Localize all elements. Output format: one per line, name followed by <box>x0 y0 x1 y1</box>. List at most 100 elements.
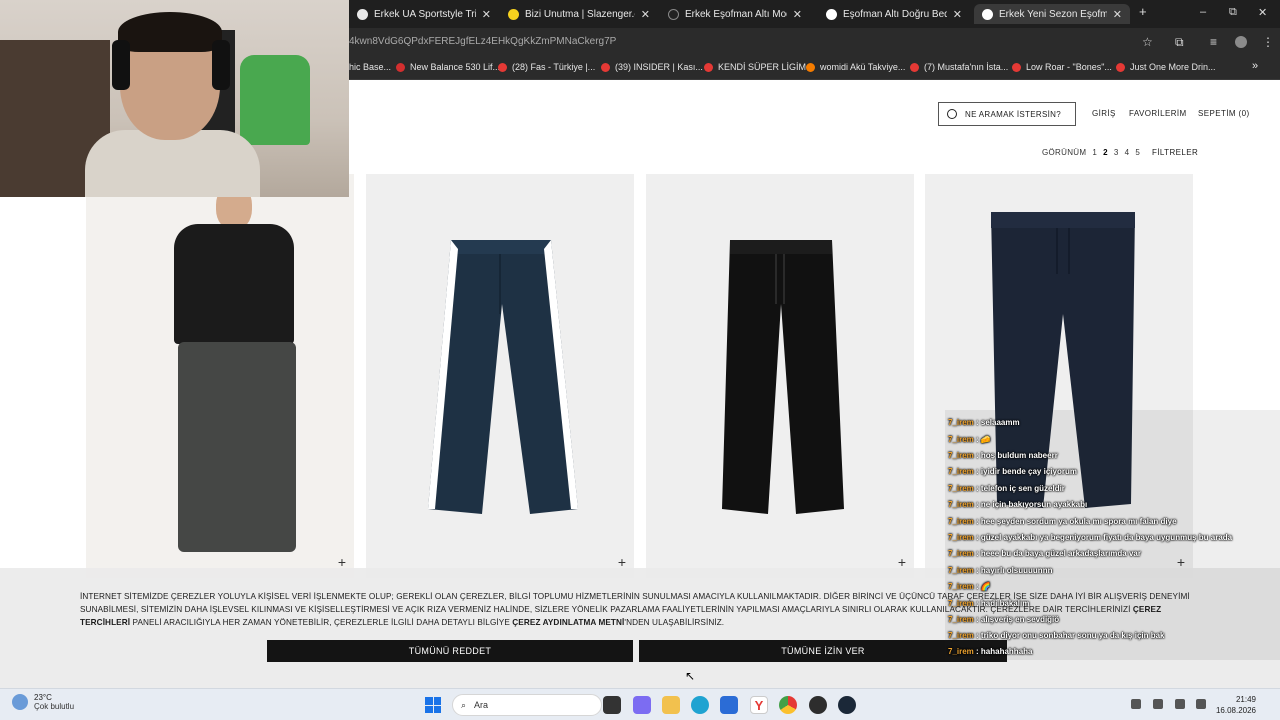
bookmark-label: New Balance 530 Lif... <box>410 62 501 72</box>
tray-volume-icon[interactable] <box>1175 699 1185 709</box>
browser-tab-1[interactable]: Erkek UA Sportstyle Triko Eşofman ✕ <box>349 4 499 24</box>
chat-username: 7_irem <box>948 517 974 526</box>
product-card[interactable]: + <box>86 174 354 578</box>
model-pants <box>178 342 296 552</box>
bookmark-favicon-icon <box>1116 62 1125 72</box>
tab-favicon-icon <box>826 8 837 20</box>
webcam-overlay <box>0 0 349 197</box>
browser-tab-2[interactable]: Bizi Unutma | Slazenger.com.tr ✕ <box>500 4 658 24</box>
bookmark-label: Just One More Drin... <box>1130 62 1216 72</box>
clock-date: 16.08.2026 <box>1215 706 1256 715</box>
close-tab-icon[interactable]: ✕ <box>482 8 491 21</box>
search-input[interactable]: NE ARAMAK İSTERSİN? <box>938 102 1076 126</box>
close-tab-icon[interactable]: ✕ <box>953 8 962 21</box>
chat-message: 7_irem : hayırlı olsuuuunnn <box>948 566 1053 575</box>
cookie-policy-link[interactable]: ÇEREZ AYDINLATMA METNİ <box>512 618 624 627</box>
bookmarks-overflow-icon[interactable]: » <box>1252 60 1258 72</box>
chat-username: 7_irem <box>948 533 974 542</box>
view-option-1[interactable]: 1 <box>1092 148 1097 157</box>
new-tab-button[interactable]: + <box>1139 4 1147 19</box>
bookmark-item[interactable]: hic Base... <box>349 62 391 72</box>
weather-widget[interactable]: 23°C Çok bulutlu <box>12 693 74 711</box>
stream-chat-overlay: 7_irem : selaaamm 7_irem : 🧀 7_irem : ho… <box>945 410 1280 660</box>
bookmark-star-icon[interactable]: ☆ <box>1142 35 1153 49</box>
webcam-background-shirt <box>240 55 310 145</box>
bookmark-item[interactable]: New Balance 530 Lif... <box>396 62 500 72</box>
chat-text: telefon iç sen güzeldir <box>980 484 1065 493</box>
browser-tab-3[interactable]: Erkek Eşofman Altı Modelleri | C ✕ <box>660 4 810 24</box>
taskbar-search-input[interactable]: ⌕ Ara <box>452 694 602 716</box>
tray-network-icon[interactable] <box>1131 699 1141 709</box>
url-field[interactable]: 4kwn8VdG6QPdxFEREJgfELz4EHkQgKkZmPMNaCke… <box>349 36 616 47</box>
windows-start-icon[interactable] <box>425 697 441 713</box>
chat-username: 7_irem <box>948 484 974 493</box>
close-tab-icon[interactable]: ✕ <box>1113 8 1122 21</box>
file-explorer-icon[interactable] <box>662 696 680 714</box>
chat-text: hoş buldum nabeerr <box>980 451 1058 460</box>
filters-button[interactable]: FİLTRELER <box>1152 148 1198 157</box>
chat-text: hee şeyden sordum ya okula mı spora mı f… <box>980 517 1177 526</box>
chat-text: iyidir bende çay içiyorum <box>980 467 1077 476</box>
browser-menu-icon[interactable]: ⋮ <box>1262 35 1274 49</box>
edge-browser-icon[interactable] <box>691 696 709 714</box>
microsoft-store-icon[interactable] <box>720 696 738 714</box>
product-card[interactable]: + <box>366 174 634 578</box>
grid-view-selector: GÖRÜNÜM 1 2 3 4 5 <box>1042 148 1140 157</box>
model-sweater <box>174 224 294 344</box>
cart-link[interactable]: SEPETİM (0) <box>1198 109 1250 118</box>
task-view-icon[interactable] <box>603 696 621 714</box>
bookmark-favicon-icon <box>1012 62 1021 72</box>
bookmark-item[interactable]: KENDİ SÜPER LİGİM... <box>704 62 814 72</box>
bookmark-item[interactable]: (28) Fas - Türkiye |... <box>498 62 595 72</box>
chat-username: 7_irem <box>948 418 974 427</box>
chat-username: 7_irem <box>948 500 974 509</box>
chat-text: ne için bakıyorsun ayakkabı <box>980 500 1088 509</box>
reject-all-cookies-button[interactable]: TÜMÜNÜ REDDET <box>267 640 633 662</box>
profile-avatar-icon[interactable] <box>1235 36 1247 48</box>
bookmark-favicon-icon <box>601 62 610 72</box>
chrome-browser-icon[interactable] <box>779 696 797 714</box>
chat-username: 7_irem <box>948 435 974 444</box>
browser-tab-5-active[interactable]: Erkek Yeni Sezon Eşofman Altı ✕ <box>974 4 1130 24</box>
system-clock[interactable]: 21:49 16.08.2026 <box>1216 694 1256 716</box>
extensions-icon[interactable]: ⧉ <box>1175 35 1184 50</box>
login-link[interactable]: GİRİŞ <box>1092 109 1116 118</box>
favorites-link[interactable]: FAVORİLERİM <box>1129 109 1187 118</box>
close-tab-icon[interactable]: ✕ <box>793 8 802 21</box>
steam-icon[interactable] <box>838 696 856 714</box>
bookmark-item[interactable]: womidi Akü Takviye... <box>806 62 905 72</box>
chat-text: hahahahhaha <box>980 647 1033 656</box>
product-image <box>722 240 844 514</box>
reading-list-icon[interactable]: ≡ <box>1210 35 1217 49</box>
chat-text: alışveriş en sevdiğiö <box>980 615 1060 624</box>
bookmark-item[interactable]: (39) INSIDER | Kası... <box>601 62 703 72</box>
bookmark-item[interactable]: Just One More Drin... <box>1116 62 1216 72</box>
chat-message: 7_irem : alışveriş en sevdiğiö <box>948 615 1060 624</box>
browser-tab-4[interactable]: Eşofman Altı Doğru Beden Seçi ✕ <box>818 4 970 24</box>
product-card[interactable]: + <box>646 174 914 578</box>
close-window-button[interactable]: ✕ <box>1258 6 1267 19</box>
chat-message: 7_irem : hoş buldum nabeerr <box>948 451 1058 460</box>
chat-text: güzel ayakkabı ya begeniyorum fiyatı da … <box>980 533 1233 542</box>
chat-message: 7_irem : triko diyor onu sonbahar sonu y… <box>948 631 1165 640</box>
bookmark-item[interactable]: Low Roar - "Bones"... <box>1012 62 1112 72</box>
view-option-3[interactable]: 3 <box>1114 148 1119 157</box>
view-option-4[interactable]: 4 <box>1125 148 1130 157</box>
minimize-button[interactable]: – <box>1200 6 1206 18</box>
tray-wifi-icon[interactable] <box>1196 699 1206 709</box>
chat-message: 7_irem : güzel ayakkabı ya begeniyorum f… <box>948 533 1233 542</box>
bookmark-item[interactable]: (7) Mustafa'nın İsta... <box>910 62 1008 72</box>
view-option-5[interactable]: 5 <box>1135 148 1140 157</box>
search-icon: ⌕ <box>461 699 467 710</box>
view-option-2[interactable]: 2 <box>1103 148 1108 157</box>
chat-username: 7_irem <box>948 549 974 558</box>
close-tab-icon[interactable]: ✕ <box>641 8 650 21</box>
yandex-browser-icon[interactable]: Y <box>750 696 768 714</box>
tray-microphone-icon[interactable] <box>1153 699 1163 709</box>
bookmark-label: Low Roar - "Bones"... <box>1026 62 1112 72</box>
copilot-icon[interactable] <box>633 696 651 714</box>
chat-text: 🌈 <box>980 582 991 591</box>
obs-studio-icon[interactable] <box>809 696 827 714</box>
bookmark-label: (28) Fas - Türkiye |... <box>512 62 596 72</box>
maximize-button[interactable]: ⧉ <box>1229 6 1237 19</box>
